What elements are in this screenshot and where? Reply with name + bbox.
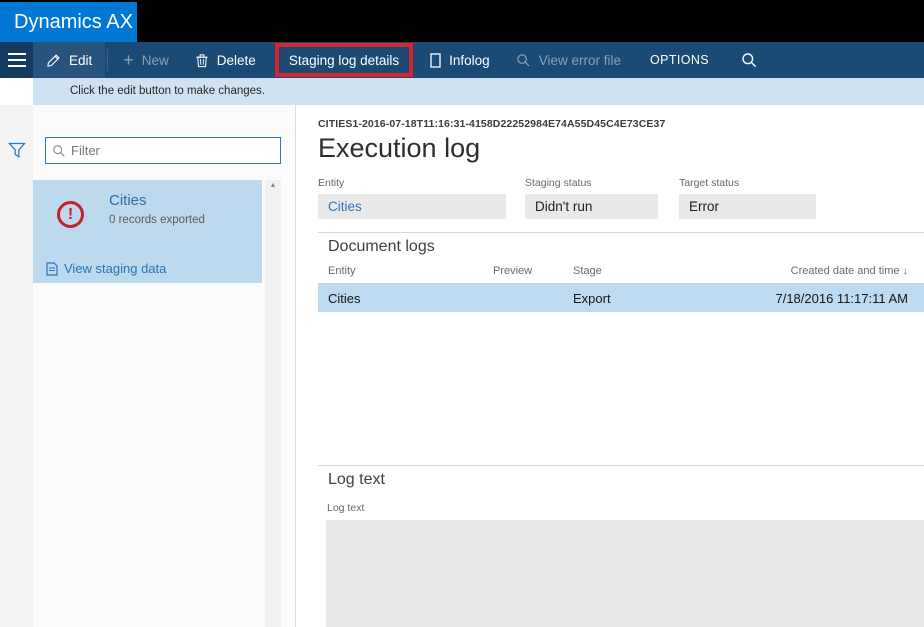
- filter-funnel-icon[interactable]: [8, 142, 26, 159]
- document-logs-section: Document logs Entity Preview Stage Creat…: [318, 232, 924, 312]
- filter-box: [45, 137, 281, 164]
- document-icon: [46, 262, 58, 276]
- column-header-preview[interactable]: Preview: [493, 265, 573, 277]
- main-panel: CITIES1-2016-07-18T11:16:31-4158D2225298…: [296, 105, 924, 627]
- sidebar: ! Cities 0 records exported View staging…: [33, 105, 296, 627]
- filter-search-icon: [52, 144, 66, 158]
- new-button[interactable]: + New: [110, 42, 182, 78]
- entity-field-label: Entity: [318, 177, 506, 189]
- pencil-icon: [46, 53, 61, 68]
- delete-button[interactable]: Delete: [182, 42, 269, 78]
- row-stage-cell: Export: [573, 291, 700, 306]
- left-icon-strip: [0, 105, 33, 627]
- empty-space: [318, 312, 924, 452]
- infolog-button[interactable]: Infolog: [417, 42, 503, 78]
- row-created-cell: 7/18/2016 11:17:11 AM: [700, 291, 924, 306]
- filter-input[interactable]: [71, 143, 274, 158]
- view-staging-data-label: View staging data: [64, 261, 166, 276]
- sidebar-scrollbar[interactable]: ▲: [265, 180, 281, 627]
- staging-log-details-button[interactable]: Staging log details: [279, 47, 409, 73]
- content-area: ! Cities 0 records exported View staging…: [0, 105, 924, 627]
- execution-job-id: CITIES1-2016-07-18T11:16:31-4158D2225298…: [318, 118, 924, 130]
- app-logo[interactable]: Dynamics AX: [0, 2, 137, 42]
- scroll-up-arrow-icon[interactable]: ▲: [265, 180, 281, 192]
- column-header-created[interactable]: Created date and time↓: [700, 265, 924, 277]
- column-header-entity[interactable]: Entity: [318, 265, 493, 277]
- error-status-icon: !: [57, 201, 84, 228]
- options-label: OPTIONS: [650, 53, 709, 67]
- hamburger-menu-button[interactable]: [0, 42, 33, 78]
- magnifier-icon: [516, 53, 531, 68]
- toolbar-separator: [107, 49, 108, 71]
- delete-label: Delete: [217, 53, 256, 68]
- search-icon: [741, 52, 757, 68]
- log-text-area[interactable]: [326, 520, 924, 627]
- notification-bar: Click the edit button to make changes.: [33, 78, 924, 105]
- edit-button[interactable]: Edit: [33, 42, 105, 78]
- top-bar: Dynamics AX: [0, 0, 924, 42]
- infolog-icon: [430, 53, 441, 68]
- toolbar-search-button[interactable]: [725, 42, 773, 78]
- page-title: Execution log: [318, 133, 924, 164]
- target-status-label: Target status: [679, 177, 816, 189]
- plus-icon: +: [123, 51, 134, 69]
- entity-field-value[interactable]: Cities: [318, 194, 506, 219]
- infolog-label: Infolog: [449, 53, 490, 68]
- staging-log-details-highlight: Staging log details: [275, 43, 413, 77]
- records-exported-text: 0 records exported: [109, 214, 205, 226]
- view-error-file-button[interactable]: View error file: [503, 42, 634, 78]
- row-entity-cell: Cities: [318, 291, 493, 306]
- document-logs-title: Document logs: [318, 238, 924, 256]
- entity-list: ! Cities 0 records exported View staging…: [33, 180, 295, 627]
- new-label: New: [142, 53, 169, 68]
- staging-status-value: Didn't run: [525, 194, 658, 219]
- target-status-value: Error: [679, 194, 816, 219]
- staging-log-details-label: Staging log details: [289, 53, 399, 68]
- view-staging-data-link[interactable]: View staging data: [46, 261, 166, 276]
- status-fields: Entity Cities Staging status Didn't run …: [318, 177, 924, 219]
- log-text-title: Log text: [318, 471, 924, 489]
- document-logs-header-row: Entity Preview Stage Created date and ti…: [318, 265, 924, 284]
- log-text-section: Log text Log text: [318, 465, 924, 627]
- entity-title: Cities: [109, 192, 147, 209]
- notification-message: Click the edit button to make changes.: [70, 85, 265, 97]
- log-text-field-label: Log text: [327, 502, 924, 514]
- view-error-file-label: View error file: [539, 53, 621, 68]
- action-toolbar: Edit + New Delete Staging log details In…: [0, 42, 924, 78]
- column-header-stage[interactable]: Stage: [573, 265, 700, 277]
- options-menu[interactable]: OPTIONS: [634, 42, 725, 78]
- staging-status-label: Staging status: [525, 177, 658, 189]
- trash-icon: [195, 53, 209, 68]
- list-item-cities[interactable]: ! Cities 0 records exported View staging…: [33, 180, 262, 283]
- sort-descending-icon: ↓: [903, 265, 909, 277]
- edit-label: Edit: [69, 53, 92, 68]
- table-row[interactable]: Cities Export 7/18/2016 11:17:11 AM: [318, 284, 924, 312]
